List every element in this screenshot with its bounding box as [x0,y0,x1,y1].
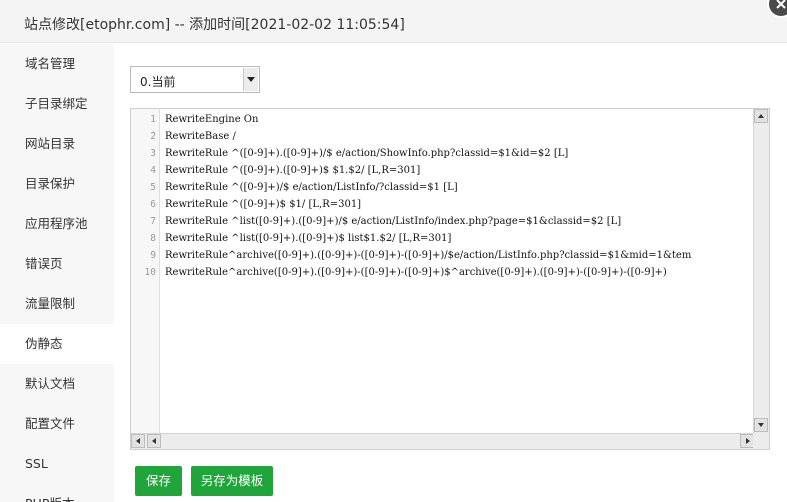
rewrite-rule-select-value: 0.当前 [140,75,176,89]
line-number: 2 [150,131,156,142]
scroll-left-arrow-icon[interactable] [131,434,145,448]
scroll-up-arrow-icon[interactable] [754,109,768,123]
sidebar-item[interactable]: 配置文件 [0,404,114,444]
sidebar-item[interactable]: SSL [0,444,114,484]
sidebar-item[interactable]: 域名管理 [0,44,114,84]
sidebar-item[interactable]: 错误页 [0,244,114,284]
sidebar-item[interactable]: 目录保护 [0,164,114,204]
sidebar-item[interactable]: 网站目录 [0,124,114,164]
scroll-right-arrow-icon[interactable] [740,434,754,448]
line-number: 10 [144,267,156,278]
save-button[interactable]: 保存 [135,466,182,496]
scroll-left-end-arrow-icon[interactable] [147,434,161,448]
dialog-title: 站点修改[etophr.com] -- 添加时间[2021-02-02 11:0… [24,17,405,33]
sidebar: 域名管理 子目录绑定 网站目录 目录保护 应用程序池 错误页 流量限制 伪静态 默认文档 配置文件… [0,44,114,502]
save-as-template-button[interactable]: 另存为模板 [191,466,273,496]
scroll-down-arrow-icon[interactable] [754,418,768,432]
code-line: RewriteRule ^([0-9]+).([0-9]+)/$ e/actio… [165,148,569,159]
line-number-gutter: 1 2 3 4 5 6 7 8 9 10 [131,109,160,433]
sidebar-item[interactable]: 应用程序池 [0,204,114,244]
rewrite-panel: 0.当前 1 2 3 4 5 6 7 8 9 10 RewriteEngine On Rewrite… [114,44,787,502]
line-number: 1 [150,114,156,125]
code-line: RewriteEngine On [165,114,259,125]
sidebar-item[interactable]: 流量限制 [0,284,114,324]
line-number: 3 [150,148,156,159]
rewrite-code-editor[interactable]: 1 2 3 4 5 6 7 8 9 10 RewriteEngine On RewriteBase … [130,108,770,450]
code-line: RewriteRule ^list([0-9]+).([0-9]+)$ list… [165,233,452,244]
code-line: RewriteRule ^([0-9]+).([0-9]+)$ $1.$2/ [… [165,165,421,176]
code-line: RewriteRule ^([0-9]+)/$ e/action/ListInf… [165,182,458,193]
sidebar-item[interactable]: PHP版本 [0,484,114,502]
dialog-titlebar: 站点修改[etophr.com] -- 添加时间[2021-02-02 11:0… [0,0,787,43]
scrollbar-corner [753,433,769,449]
rewrite-rule-select[interactable]: 0.当前 [130,66,260,93]
sidebar-item[interactable]: 默认文档 [0,364,114,404]
code-line: RewriteRule ^list([0-9]+).([0-9]+)/$ e/a… [165,216,622,227]
line-number: 5 [150,182,156,193]
line-number: 7 [150,216,156,227]
code-area[interactable]: RewriteEngine On RewriteBase / RewriteRule… [165,109,753,433]
vertical-scrollbar[interactable] [753,109,769,433]
chevron-down-icon[interactable] [243,68,258,91]
code-line: RewriteRule^archive([0-9]+).([0-9]+)-([0… [165,267,667,278]
code-line: RewriteRule ^([0-9]+)$ $1/ [L,R=301] [165,199,362,210]
sidebar-item[interactable]: 伪静态 [0,324,114,364]
line-number: 9 [150,250,156,261]
line-number: 8 [150,233,156,244]
line-number: 4 [150,165,156,176]
close-icon [776,0,786,9]
sidebar-item[interactable]: 子目录绑定 [0,84,114,124]
line-number: 6 [150,199,156,210]
code-line: RewriteBase / [165,131,236,142]
horizontal-scrollbar[interactable] [131,433,755,449]
code-line: RewriteRule^archive([0-9]+).([0-9]+)-([0… [165,250,692,261]
